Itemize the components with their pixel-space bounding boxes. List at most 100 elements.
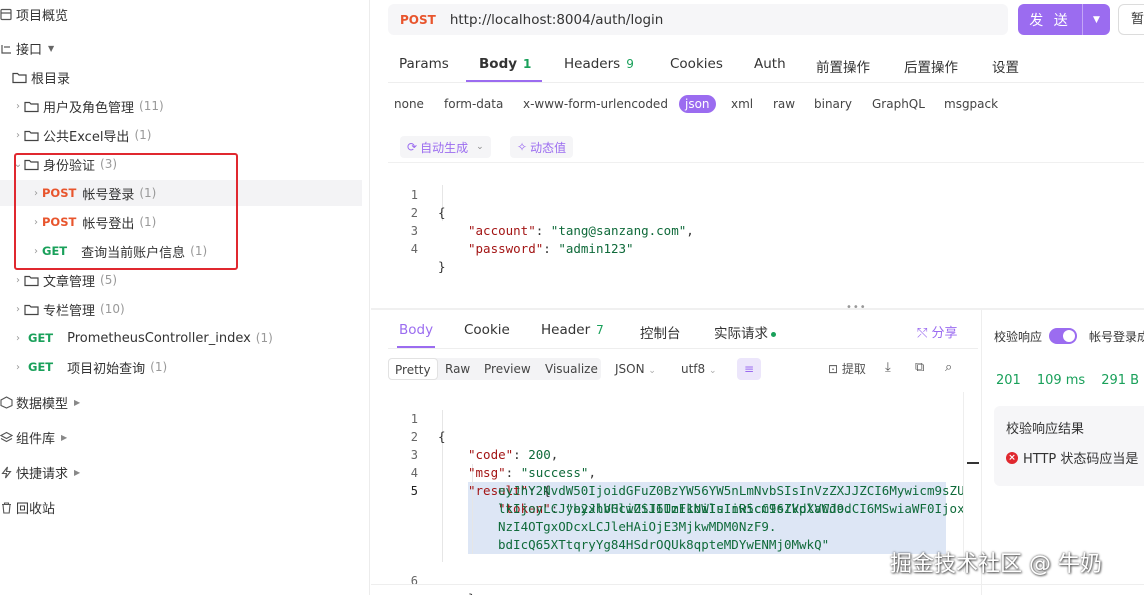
json-string: bdIcQ65XTtqryYg84HSdrOQUk8qpteMDYwENMj0M… bbox=[498, 537, 830, 552]
copy-icon[interactable]: ⧉ bbox=[915, 360, 924, 375]
endpoint-current-account[interactable]: › GET 查询当前账户信息 (1) bbox=[30, 238, 207, 264]
section-components[interactable]: 组件库 ▶ bbox=[0, 424, 67, 450]
tab-label: Cookie bbox=[464, 322, 510, 338]
folder-auth[interactable]: ⌄ 身份验证 (3) bbox=[12, 151, 117, 177]
download-icon[interactable]: ⤓ bbox=[885, 360, 891, 375]
chevron-right-icon[interactable]: › bbox=[30, 246, 42, 257]
root-folder[interactable]: 根目录 bbox=[12, 64, 70, 90]
project-overview-item[interactable]: 项目概览 bbox=[0, 1, 68, 27]
folder-icon bbox=[24, 304, 39, 315]
tab-response-body[interactable]: Body bbox=[399, 322, 433, 338]
tab-post-actions[interactable]: 后置操作 bbox=[904, 56, 958, 76]
validation-result-card: 校验响应结果 × HTTP 状态码应当是 bbox=[994, 406, 1144, 486]
tab-console[interactable]: 控制台 bbox=[640, 322, 681, 342]
apis-section[interactable]: 接口 ▼ bbox=[0, 35, 54, 61]
tab-cookies[interactable]: Cookies bbox=[670, 56, 723, 72]
tab-label: 后置操作 bbox=[904, 60, 958, 76]
endpoint-logout[interactable]: › POST 帐号登出 (1) bbox=[30, 209, 156, 235]
tab-response-cookie[interactable]: Cookie bbox=[464, 322, 510, 338]
json-number: 200 bbox=[528, 447, 551, 462]
response-body-viewer[interactable]: 1 { 2 "code": 200, 3 "msg": "success", 4… bbox=[388, 392, 965, 595]
validation-endpoint-select[interactable]: 帐号登录成 bbox=[1089, 328, 1144, 345]
response-type-select[interactable]: JSON ⌄ bbox=[609, 358, 662, 380]
chevron-down-icon[interactable]: ▼ bbox=[1083, 15, 1110, 25]
response-scrollbar[interactable] bbox=[963, 392, 979, 572]
chevron-right-icon[interactable]: › bbox=[12, 304, 24, 315]
endpoint-project-init[interactable]: › GET 项目初始查询 (1) bbox=[12, 354, 167, 380]
section-label: 快捷请求 bbox=[16, 466, 69, 482]
folder-articles[interactable]: › 文章管理 (5) bbox=[12, 267, 117, 293]
tab-auth[interactable]: Auth bbox=[754, 56, 786, 72]
body-type-json[interactable]: json bbox=[679, 95, 716, 113]
drag-handle-icon[interactable]: ••• bbox=[846, 302, 867, 313]
share-button[interactable]: ⤲ 分享 bbox=[917, 322, 958, 341]
tab-headers[interactable]: Headers 9 bbox=[564, 56, 634, 72]
chevron-right-icon[interactable]: › bbox=[12, 130, 24, 141]
chevron-right-icon[interactable]: › bbox=[12, 101, 24, 112]
tab-settings[interactable]: 设置 bbox=[992, 56, 1019, 76]
method-badge: GET bbox=[42, 244, 68, 258]
endpoint-login[interactable]: › POST 帐号登录 (1) bbox=[0, 180, 362, 206]
folder-icon bbox=[24, 130, 39, 141]
format-preview[interactable]: Preview bbox=[478, 358, 537, 380]
tab-actual-request[interactable]: 实际请求 bbox=[714, 322, 776, 342]
validation-error: × HTTP 状态码应当是 bbox=[1006, 448, 1138, 467]
folder-columns[interactable]: › 专栏管理 (10) bbox=[12, 296, 125, 322]
format-visualize[interactable]: Visualize bbox=[539, 358, 604, 380]
section-quick-requests[interactable]: 快捷请求 ▶ bbox=[0, 459, 80, 485]
chevron-right-icon[interactable]: › bbox=[30, 188, 42, 199]
folder-excel-export[interactable]: › 公共Excel导出 (1) bbox=[12, 122, 151, 148]
url-input[interactable]: http://localhost:8004/auth/login bbox=[450, 12, 664, 28]
body-type-urlencoded[interactable]: x-www-form-urlencoded bbox=[523, 97, 668, 111]
charset-select[interactable]: utf8 ⌄ bbox=[675, 358, 723, 380]
body-type-form-data[interactable]: form-data bbox=[444, 97, 503, 111]
format-pretty[interactable]: Pretty bbox=[388, 358, 438, 380]
tab-body[interactable]: Body 1 bbox=[479, 56, 531, 72]
code-line: 2 "account": "tang@sanzang.com", bbox=[388, 186, 694, 238]
dynamic-value-button[interactable]: ✧ 动态值 bbox=[510, 136, 574, 158]
format-raw[interactable]: Raw bbox=[439, 358, 476, 380]
extract-button[interactable]: ⊡ 提取 bbox=[828, 360, 866, 377]
status-dot bbox=[771, 331, 776, 337]
section-recycle-bin[interactable]: 回收站 bbox=[0, 494, 55, 520]
error-icon: × bbox=[1006, 451, 1018, 464]
body-type-raw[interactable]: raw bbox=[773, 97, 795, 111]
save-button[interactable]: 暂 bbox=[1118, 4, 1144, 35]
tab-params[interactable]: Params bbox=[399, 56, 449, 72]
method-badge: POST bbox=[42, 215, 77, 229]
auto-generate-button[interactable]: ⟳ 自动生成 ⌄ bbox=[400, 136, 491, 158]
folder-label: 文章管理 bbox=[43, 274, 96, 290]
tab-pre-actions[interactable]: 前置操作 bbox=[816, 56, 870, 76]
apis-label: 接口 bbox=[16, 42, 43, 58]
body-type-msgpack[interactable]: msgpack bbox=[944, 97, 998, 111]
body-type-none[interactable]: none bbox=[394, 97, 424, 111]
body-type-binary[interactable]: binary bbox=[814, 97, 852, 111]
code-line: 4 "result": { bbox=[388, 446, 551, 498]
chevron-right-icon[interactable]: › bbox=[30, 217, 42, 228]
chevron-right-icon[interactable]: › bbox=[12, 333, 24, 344]
folder-count: (1) bbox=[134, 128, 152, 142]
url-bar[interactable]: POST http://localhost:8004/auth/login bbox=[388, 4, 1008, 35]
body-type-graphql[interactable]: GraphQL bbox=[872, 97, 925, 111]
send-button[interactable]: 发 送 ▼ bbox=[1018, 4, 1110, 35]
endpoint-label: 查询当前账户信息 bbox=[81, 245, 186, 261]
request-body-editor[interactable]: 1 { 2 "account": "tang@sanzang.com", 3 "… bbox=[388, 162, 1144, 302]
chevron-down-icon: ⌄ bbox=[476, 142, 484, 152]
endpoint-label: PrometheusController_index bbox=[67, 330, 251, 346]
request-method[interactable]: POST bbox=[400, 13, 436, 27]
search-icon[interactable]: ⌕ bbox=[945, 360, 952, 375]
validate-response-label: 校验响应 bbox=[994, 330, 1043, 344]
validate-toggle[interactable] bbox=[1049, 328, 1077, 344]
tab-response-header[interactable]: Header 7 bbox=[541, 322, 604, 338]
chevron-right-icon[interactable]: › bbox=[12, 275, 24, 286]
api-icon bbox=[1, 44, 11, 54]
folder-user-roles[interactable]: › 用户及角色管理 (11) bbox=[12, 93, 164, 119]
chevron-down-icon[interactable]: ⌄ bbox=[12, 159, 24, 170]
endpoint-count: (1) bbox=[190, 244, 208, 258]
chevron-right-icon[interactable]: › bbox=[12, 362, 24, 373]
section-data-models[interactable]: 数据模型 ▶ bbox=[0, 389, 80, 415]
word-wrap-button[interactable]: ≡ bbox=[737, 358, 761, 380]
endpoint-prometheus[interactable]: › GET PrometheusController_index (1) bbox=[12, 325, 273, 351]
code-line: 6 } bbox=[388, 554, 476, 595]
body-type-xml[interactable]: xml bbox=[731, 97, 753, 111]
